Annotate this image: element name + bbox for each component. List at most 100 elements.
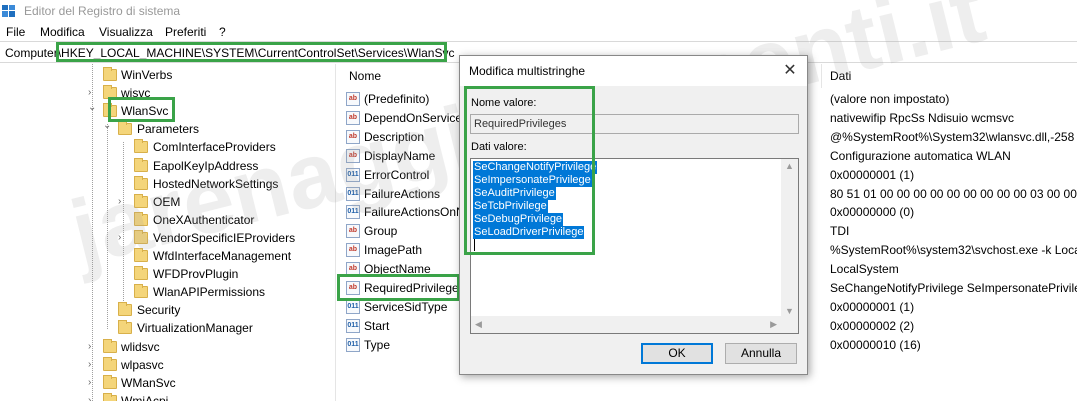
tree-item-label: HostedNetworkSettings [153,176,279,191]
ok-button[interactable]: OK [641,343,713,364]
value-name: (Predefinito) [364,92,430,106]
column-header-name[interactable]: Nome [349,69,381,83]
scroll-up-icon[interactable]: ▲ [785,161,794,171]
value-data: TDI [830,224,850,239]
chevron-right-icon[interactable]: › [88,359,98,370]
tree-item[interactable]: VirtualizationManager [0,320,335,338]
value-data: 0x00000000 (0) [830,205,915,220]
column-divider[interactable] [821,64,822,88]
horizontal-scrollbar[interactable]: ◀ ▶ [471,316,798,333]
chevron-right-icon[interactable]: › [88,341,98,352]
highlight-address [56,42,447,62]
menu-visualizza[interactable]: Visualizza [99,25,153,39]
string-icon: ab [346,243,360,258]
tree-item[interactable]: Security [0,302,335,320]
folder-icon [134,175,148,190]
tree-item-label: WlanAPIPermissions [153,285,266,300]
value-data: 0x00000001 (1) [830,299,915,314]
folder-icon [103,392,117,401]
chevron-right-icon[interactable]: › [88,395,98,401]
value-data: SeChangeNotifyPrivilege SeImpersonatePri… [830,281,1077,295]
tree-item[interactable]: › OEM [0,193,335,212]
value-name: FailureActions [364,186,441,201]
folder-icon [103,67,117,81]
chevron-down-icon[interactable]: ⌄ [88,103,98,113]
tree-item[interactable]: WinVerbs [0,67,335,85]
chevron-down-icon[interactable]: ⌄ [103,121,113,131]
value-name: ErrorControl [364,167,430,182]
tree-item-label: ComInterfaceProviders [153,140,276,155]
value-name: Type [364,337,391,352]
title-bar: Editor del Registro di sistema [0,0,1077,22]
value-data: 0x00000001 (1) [830,167,915,182]
value-data: 0x00000010 (16) [830,337,921,352]
highlight-wlansvc [108,97,175,122]
value-name: Description [364,129,425,144]
menu-modifica[interactable]: Modifica [40,25,85,39]
highlight-dialog-fields [464,86,595,255]
tree-item[interactable]: › wlidsvc [0,338,335,357]
tree-item-label: wlpasvc [121,357,164,372]
tree-item[interactable]: EapolKeyIpAddress [0,157,335,176]
value-name: DisplayName [364,148,436,163]
binary-icon: 011 [346,167,360,182]
folder-icon [103,338,117,353]
vertical-scrollbar[interactable]: ▲ ▼ [781,159,798,318]
cancel-button[interactable]: Annulla [725,343,797,364]
tree-item[interactable]: OneXAuthenticator [0,211,335,230]
value-data: LocalSystem [830,262,899,277]
binary-icon: 011 [346,205,360,220]
tree-item-label: Parameters [137,122,200,137]
tree-item[interactable]: WFDProvPlugin [0,266,335,284]
chevron-right-icon[interactable]: › [118,232,128,243]
tree-item[interactable]: HostedNetworkSettings [0,175,335,194]
tree-item[interactable]: › wlpasvc [0,356,335,375]
tree-item-label: Security [137,303,181,318]
value-name: FailureActionsOnN [364,205,465,220]
folder-icon [134,139,148,154]
scroll-left-icon[interactable]: ◀ [475,319,482,330]
folder-icon [118,320,132,335]
tree-item[interactable]: › VendorSpecificIEProviders [0,229,335,248]
tree-item-label: EapolKeyIpAddress [153,158,259,173]
string-icon: ab [346,92,360,106]
tree-item-label: VendorSpecificIEProviders [153,230,296,245]
tree-item[interactable]: › WmiAcpi [0,392,335,401]
tree-item-label: wlidsvc [121,339,160,354]
window-title: Editor del Registro di sistema [24,4,181,18]
tree-item-label: WFDProvPlugin [153,267,239,282]
menu-help[interactable]: ? [219,25,226,39]
value-name: Start [364,318,390,333]
close-icon[interactable]: ✕ [779,60,801,82]
binary-icon: 011 [346,299,360,314]
tree-item[interactable]: WlanAPIPermissions [0,284,335,302]
folder-icon [134,248,148,262]
scroll-right-icon[interactable]: ▶ [770,319,777,330]
tree-item-label: OneXAuthenticator [153,212,255,227]
tree-item[interactable]: ⌄ Parameters [0,121,335,139]
column-header-data[interactable]: Dati [830,69,851,83]
chevron-right-icon[interactable]: › [118,196,128,207]
registry-tree[interactable]: WinVerbs › wisvc ⌄ WlanSvc ⌄ Parameters ComInte… [0,64,336,401]
folder-icon [134,211,148,226]
tree-item[interactable]: WfdInterfaceManagement [0,248,335,266]
chevron-right-icon[interactable]: › [88,88,98,98]
menu-preferiti[interactable]: Preferiti [165,25,206,39]
chevron-right-icon[interactable]: › [88,377,98,388]
value-name: ImagePath [364,243,423,258]
binary-icon: 011 [346,186,360,201]
dialog-title: Modifica multistringhe [469,64,586,78]
tree-item[interactable]: ComInterfaceProviders [0,139,335,157]
edit-multistring-dialog: Modifica multistringhe ✕ Nome valore: Re… [459,55,808,375]
value-data: 80 51 01 00 00 00 00 00 00 00 00 00 03 0… [830,186,1077,201]
folder-icon [103,374,117,389]
tree-item-label: OEM [153,194,181,209]
value-data: %SystemRoot%\system32\svchost.exe -k Loc… [830,243,1077,258]
scroll-down-icon[interactable]: ▼ [785,306,794,316]
highlight-required-privileges [337,274,460,301]
binary-icon: 011 [346,337,360,352]
tree-item-label: WManSvc [121,375,176,390]
tree-item[interactable]: › WManSvc [0,374,335,393]
menu-file[interactable]: File [6,25,25,39]
string-icon: ab [346,129,360,144]
